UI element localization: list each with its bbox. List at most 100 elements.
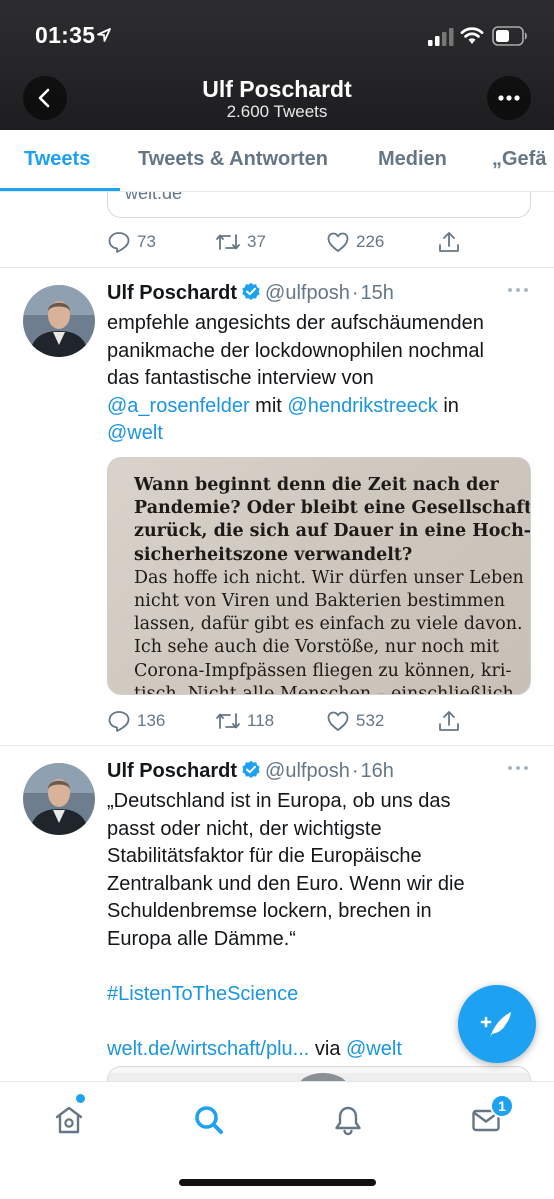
tweet-time: 15h bbox=[360, 282, 394, 304]
profile-header: 01:35 Ulf Poschardt 2.600 Tweets bbox=[0, 0, 554, 130]
new-content-dot bbox=[76, 1094, 85, 1103]
nav-search[interactable] bbox=[189, 1100, 229, 1140]
messages-badge: 1 bbox=[490, 1094, 514, 1118]
clipping-line: zurück, die sich auf Dauer in eine Hoch- bbox=[134, 521, 531, 542]
tab-tweets-and-replies[interactable]: Tweets & Antworten bbox=[138, 148, 328, 171]
home-indicator[interactable] bbox=[179, 1179, 376, 1186]
mention-link[interactable]: @welt bbox=[107, 422, 163, 444]
clipping-line: sicherheitszone verwandelt? bbox=[134, 544, 413, 565]
tweet-text-line: Europa alle Dämme.“ bbox=[107, 927, 296, 950]
tweet-image[interactable]: Wann beginnt denn die Zeit nach der Pand… bbox=[107, 457, 531, 695]
tweet-header: Ulf Poschardt @ulfposh · 16h bbox=[107, 758, 394, 784]
more-options-button[interactable] bbox=[487, 76, 531, 120]
retweet-button[interactable]: 37 bbox=[215, 230, 266, 254]
tweet-text-line: panikmache der lockdownophilen nochmal bbox=[107, 339, 484, 362]
tab-media[interactable]: Medien bbox=[378, 148, 447, 171]
avatar[interactable] bbox=[23, 763, 95, 835]
hashtag-link[interactable]: #ListenToTheScience bbox=[107, 983, 298, 1005]
tweet-header: Ulf Poschardt @ulfposh · 15h bbox=[107, 280, 394, 306]
tweet-text-line: „Deutschland ist in Europa, ob uns das bbox=[107, 790, 451, 812]
tab-tweets[interactable]: Tweets bbox=[24, 148, 90, 171]
tweet-text: empfehle angesichts der aufschäumenden p… bbox=[107, 310, 532, 448]
more-horizontal-icon bbox=[498, 95, 520, 101]
reply-button[interactable]: 73 bbox=[107, 230, 156, 254]
share-button[interactable] bbox=[437, 709, 467, 733]
mention-link[interactable]: @a_rosenfelder bbox=[107, 395, 250, 417]
tweet-text-line: @a_rosenfelder mit @hendrikstreeck in bbox=[107, 393, 532, 421]
status-time: 01:35 bbox=[35, 22, 96, 48]
profile-name-title: Ulf Poschardt bbox=[202, 76, 352, 102]
tweet-text-line: empfehle angesichts der aufschäumenden bbox=[107, 312, 484, 334]
newspaper-clipping: Wann beginnt denn die Zeit nach der Pand… bbox=[134, 474, 531, 695]
clipping-line: tisch. Nicht alle Menschen – einschließl… bbox=[134, 683, 514, 695]
tweet-time: 16h bbox=[360, 760, 394, 782]
clipping-line: Das hoffe ich nicht. Wir dürfen unser Le… bbox=[134, 567, 524, 588]
author-name[interactable]: Ulf Poschardt bbox=[107, 282, 237, 304]
link-preview-card[interactable] bbox=[107, 1066, 531, 1081]
share-button[interactable] bbox=[437, 230, 467, 254]
separator-dot: · bbox=[351, 760, 359, 782]
profile-photo-icon bbox=[23, 285, 95, 357]
author-handle[interactable]: @ulfposh bbox=[265, 760, 350, 782]
article-link[interactable]: welt.de/wirtschaft/plu... bbox=[107, 1038, 309, 1060]
nav-home[interactable] bbox=[49, 1100, 89, 1140]
tweet-more-icon[interactable] bbox=[507, 764, 529, 772]
tweet-divider bbox=[0, 745, 554, 746]
avatar[interactable] bbox=[23, 285, 95, 357]
mention-link[interactable]: @hendrikstreeck bbox=[287, 395, 437, 417]
via-text: via bbox=[309, 1037, 346, 1060]
tweet-text-fragment: in bbox=[437, 394, 459, 417]
tweet-timeline[interactable]: welt.de 73 37 226 Ulf Poschardt @ulfposh… bbox=[0, 192, 554, 1081]
status-bar: 01:35 bbox=[0, 0, 554, 70]
retweet-icon bbox=[216, 234, 240, 250]
clipping-line: Pandemie? Oder bleibt eine Gesellschaft bbox=[134, 498, 531, 519]
compose-feather-icon bbox=[480, 1012, 511, 1037]
nav-notifications[interactable] bbox=[328, 1100, 368, 1140]
reply-icon bbox=[108, 711, 130, 732]
active-tab-indicator bbox=[0, 188, 120, 191]
tweet-more-icon[interactable] bbox=[507, 286, 529, 294]
profile-tabs: Tweets Tweets & Antworten Medien „Gefä bbox=[0, 130, 554, 192]
heart-icon bbox=[327, 232, 349, 252]
clipping-line: Corona-Impfpässen fliegen zu können, kri… bbox=[134, 660, 512, 681]
like-count: 226 bbox=[356, 232, 385, 251]
wifi-icon bbox=[460, 27, 484, 44]
link-preview-card[interactable]: welt.de bbox=[107, 192, 531, 218]
location-arrow-icon bbox=[97, 28, 111, 42]
clipping-line: Ich sehe auch die Vorstöße, nur noch mit bbox=[134, 637, 499, 658]
profile-photo-icon bbox=[23, 763, 95, 835]
separator-dot: · bbox=[351, 282, 359, 304]
tweet-text-line: Zentralbank und den Euro. Wenn wir die bbox=[107, 872, 465, 895]
tweet-text-line: Schuldenbremse lockern, brechen in bbox=[107, 900, 432, 922]
cellular-signal-icon bbox=[428, 28, 454, 46]
reply-count: 136 bbox=[137, 711, 166, 730]
reply-button[interactable]: 136 bbox=[107, 709, 165, 733]
like-button[interactable]: 532 bbox=[326, 709, 384, 733]
author-name[interactable]: Ulf Poschardt bbox=[107, 760, 237, 782]
tweet-divider bbox=[0, 267, 554, 268]
retweet-count: 118 bbox=[247, 711, 275, 730]
author-handle[interactable]: @ulfposh bbox=[265, 282, 350, 304]
tab-likes[interactable]: „Gefä bbox=[492, 148, 546, 171]
clipping-line: lassen, dafür gibt es einfach zu viele d… bbox=[134, 614, 523, 635]
tweet-actions: 73 37 226 bbox=[107, 230, 467, 256]
like-count: 532 bbox=[356, 711, 385, 730]
battery-icon bbox=[492, 26, 527, 46]
retweet-button[interactable]: 118 bbox=[215, 709, 274, 733]
heart-icon bbox=[327, 711, 349, 731]
tweet-text-line: das fantastische interview von bbox=[107, 367, 374, 389]
clipping-line: nicht von Viren und Bakterien bestimmen bbox=[134, 591, 506, 612]
share-icon bbox=[439, 711, 459, 731]
verified-badge-icon bbox=[242, 282, 260, 300]
reply-count: 73 bbox=[137, 232, 156, 251]
compose-tweet-button[interactable] bbox=[458, 985, 536, 1063]
mention-link[interactable]: @welt bbox=[346, 1038, 402, 1060]
reply-icon bbox=[108, 232, 130, 253]
retweet-icon bbox=[216, 713, 240, 729]
notifications-icon bbox=[335, 1106, 361, 1136]
tweet-count: 2.600 Tweets bbox=[226, 102, 328, 121]
share-icon bbox=[439, 232, 459, 252]
like-button[interactable]: 226 bbox=[326, 230, 384, 254]
link-preview-image bbox=[108, 1067, 530, 1081]
